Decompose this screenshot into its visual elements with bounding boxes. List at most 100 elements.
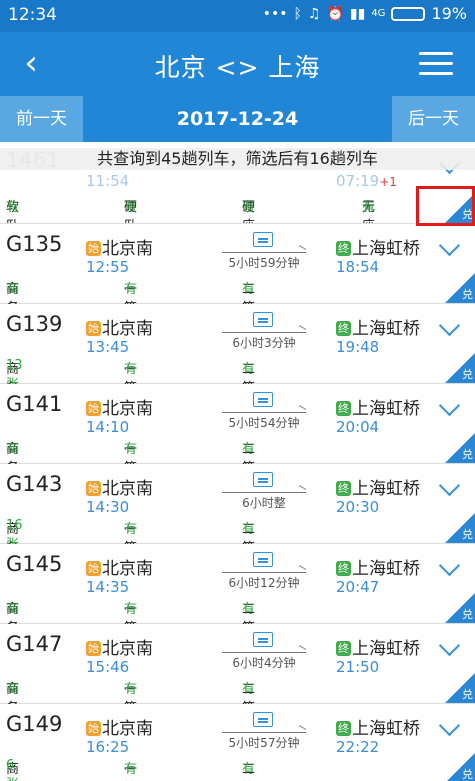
seat-value: 有 <box>242 282 256 297</box>
train-row[interactable]: G143 始北京南 14:30 6小时整 终上海虹桥 20:30 商务:16张 … <box>0 464 475 556</box>
arrow-icon <box>222 252 306 253</box>
train-row[interactable]: G145 始北京南 14:35 6小时12分钟 终上海虹桥 20:47 商务:有… <box>0 544 475 636</box>
train-number: G145 <box>6 552 63 576</box>
next-day-button[interactable]: 后一天 <box>392 96 475 142</box>
menu-icon <box>419 62 453 65</box>
seat-value: 有 <box>124 200 138 215</box>
bluetooth-icon: ᛒ <box>293 5 302 22</box>
to-station: 终上海虹桥 <box>336 314 420 339</box>
next-day-mark: +1 <box>379 175 397 189</box>
to-station: 终上海虹桥 <box>336 394 420 419</box>
menu-button[interactable] <box>419 50 453 78</box>
end-tag-icon: 终 <box>336 241 351 256</box>
ticket-icon <box>253 472 273 487</box>
from-station: 始北京南 <box>86 634 153 659</box>
end-tag-icon: 终 <box>336 721 351 736</box>
seat-value: 有 <box>6 442 20 457</box>
expand-chevron-icon[interactable] <box>437 476 463 502</box>
seat-value: 有 <box>242 442 256 457</box>
ticket-icon <box>253 712 273 727</box>
end-tag-icon: 终 <box>336 561 351 576</box>
train-row[interactable]: G139 始北京南 13:45 6小时3分钟 终上海虹桥 19:48 商务:13… <box>0 304 475 396</box>
seat-value: 有 <box>124 682 138 697</box>
train-number: G141 <box>6 392 63 416</box>
duration: 5小时57分钟 <box>228 736 300 750</box>
duration-block: 5小时54分钟 <box>222 392 306 432</box>
nav-bar: ‹ 北京 <> 上海 <box>0 32 475 96</box>
seat-value: 有 <box>124 442 138 457</box>
arrival-time: 21:50 <box>336 658 380 676</box>
exchange-label: 兑 <box>462 288 473 301</box>
to-station-name: 上海虹桥 <box>352 559 420 579</box>
train-row[interactable]: G135 始北京南 12:55 5小时59分钟 终上海虹桥 18:54 商务:有… <box>0 224 475 316</box>
battery-percent: 19% <box>431 4 467 23</box>
arrow-icon <box>222 332 306 333</box>
duration: 5小时54分钟 <box>228 416 300 430</box>
ticket-icon <box>253 552 273 567</box>
duration-block: 6小时整 <box>222 472 306 512</box>
arrival-time-value: 07:19 <box>336 172 380 190</box>
to-station: 终上海虹桥 <box>336 234 420 259</box>
from-station-name: 北京南 <box>102 479 153 499</box>
result-toast: 共查询到45趟列车，筛选后有16趟列车 <box>0 148 475 170</box>
alarm-icon: ⏰ <box>326 5 344 22</box>
duration: 5小时59分钟 <box>228 256 300 270</box>
seat-value: 有 <box>242 362 256 377</box>
to-station: 终上海虹桥 <box>336 714 420 739</box>
seat-value: 有 <box>124 282 138 297</box>
menu-icon <box>419 72 453 75</box>
arrow-icon <box>222 572 306 573</box>
seat-value: 有 <box>242 522 256 537</box>
prev-day-button[interactable]: 前一天 <box>0 96 83 142</box>
train-row[interactable]: G147 始北京南 15:46 6小时4分钟 终上海虹桥 21:50 商务:有 … <box>0 624 475 716</box>
expand-chevron-icon[interactable] <box>437 236 463 262</box>
highlight-box <box>416 186 475 226</box>
arrival-time: 20:47 <box>336 578 380 596</box>
network-label: 4G <box>371 8 386 19</box>
train-number: G135 <box>6 232 63 256</box>
duration-block: 6小时12分钟 <box>222 552 306 592</box>
current-date[interactable]: 2017-12-24 <box>83 96 392 142</box>
expand-chevron-icon[interactable] <box>437 716 463 742</box>
from-station: 始北京南 <box>86 314 153 339</box>
departure-time: 16:25 <box>86 738 130 756</box>
menu-icon <box>419 52 453 55</box>
train-number: G139 <box>6 312 63 336</box>
from-station: 始北京南 <box>86 234 153 259</box>
train-row[interactable]: G141 始北京南 14:10 5小时54分钟 终上海虹桥 20:04 商务:有… <box>0 384 475 476</box>
train-row[interactable]: G149 始北京南 16:25 5小时57分钟 终上海虹桥 22:22 商务:6… <box>0 704 475 781</box>
arrow-icon <box>222 732 306 733</box>
expand-chevron-icon[interactable] <box>437 636 463 662</box>
expand-chevron-icon[interactable] <box>437 396 463 422</box>
arrival-time: 20:04 <box>336 418 380 436</box>
arrival-time: 18:54 <box>336 258 380 276</box>
seat-value: 有 <box>124 602 138 617</box>
departure-time: 13:45 <box>86 338 130 356</box>
ticket-icon <box>253 232 273 247</box>
expand-chevron-icon[interactable] <box>437 316 463 342</box>
end-tag-icon: 终 <box>336 641 351 656</box>
exchange-label: 兑 <box>462 448 473 461</box>
departure-time: 14:10 <box>86 418 130 436</box>
date-bar: 前一天 2017-12-24 后一天 <box>0 96 475 142</box>
end-tag-icon: 终 <box>336 481 351 496</box>
departure-time: 15:46 <box>86 658 130 676</box>
exchange-label: 兑 <box>462 608 473 621</box>
end-tag-icon: 终 <box>336 321 351 336</box>
from-station: 始北京南 <box>86 714 153 739</box>
to-station-name: 上海虹桥 <box>352 719 420 739</box>
start-tag-icon: 始 <box>86 641 101 656</box>
seat-value: 有 <box>6 282 20 297</box>
from-station-name: 北京南 <box>102 399 153 419</box>
train-number: G143 <box>6 472 63 496</box>
seat-value: 6张 <box>6 758 19 781</box>
train-list: 1461 11:54 07:19+1 软卧:有 硬卧:有 硬座:有 无座:有 兑… <box>0 142 475 781</box>
train-number: G147 <box>6 632 63 656</box>
to-station: 终上海虹桥 <box>336 474 420 499</box>
end-tag-icon: 终 <box>336 401 351 416</box>
to-station-name: 上海虹桥 <box>352 399 420 419</box>
duration-block: 6小时3分钟 <box>222 312 306 352</box>
seat-value: 有 <box>124 522 138 537</box>
seat-value: 有 <box>362 200 376 215</box>
expand-chevron-icon[interactable] <box>437 556 463 582</box>
